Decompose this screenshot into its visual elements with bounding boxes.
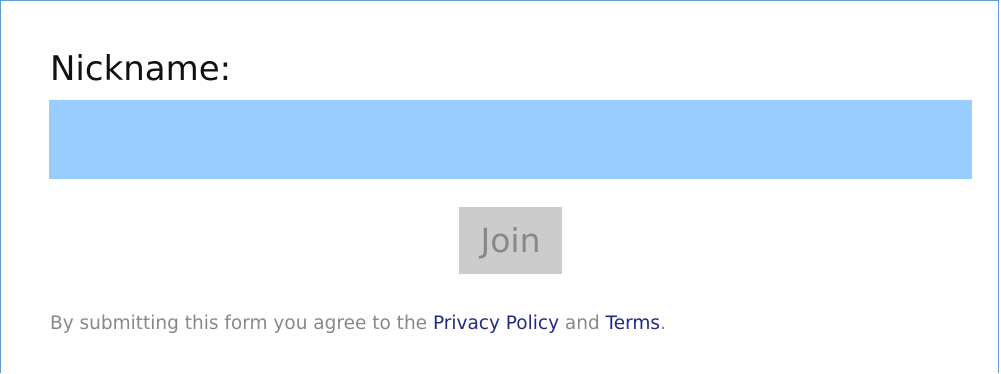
- join-button[interactable]: Join: [459, 207, 562, 274]
- terms-link[interactable]: Terms: [606, 313, 660, 334]
- terms-conjunction-text: and: [559, 313, 606, 334]
- privacy-policy-link[interactable]: Privacy Policy: [433, 313, 559, 334]
- nickname-input[interactable]: [49, 100, 972, 179]
- terms-prefix-text: By submitting this form you agree to the: [50, 313, 433, 334]
- terms-suffix-text: .: [660, 313, 666, 334]
- form-panel: Nickname: Join By submitting this form y…: [0, 0, 999, 373]
- nickname-label: Nickname:: [50, 49, 232, 89]
- terms-notice: By submitting this form you agree to the…: [50, 310, 666, 338]
